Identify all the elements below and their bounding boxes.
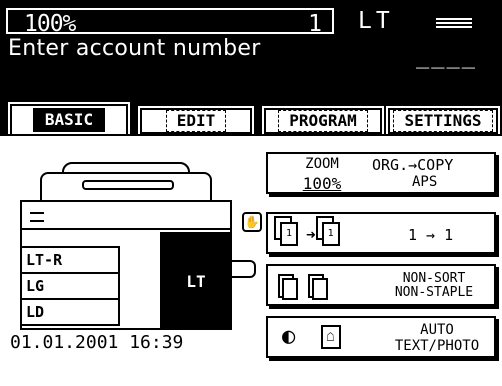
original-sheet-number: 1: [280, 222, 298, 246]
basic-panel: LT-R LG LD LT ✋ 01.01.2001 16:39 ZOOM 10…: [0, 134, 502, 386]
tray-lg[interactable]: LG: [20, 272, 120, 300]
image-mode-icons: ◐ ☖: [282, 324, 341, 349]
copy-count: 1: [308, 11, 322, 37]
image-mode-line1: AUTO: [420, 322, 454, 338]
zoom-button-value: 100%: [302, 174, 342, 193]
zoom-percent: 100%: [24, 11, 76, 37]
image-mode-label: AUTO TEXT/PHOTO: [384, 322, 490, 354]
sort-stack-icon: [278, 272, 336, 302]
tab-settings[interactable]: SETTINGS: [386, 106, 500, 136]
tray-lt-r[interactable]: LT-R: [20, 246, 120, 274]
status-message: Enter account number: [8, 36, 261, 61]
image-mode-button[interactable]: ◐ ☖ AUTO TEXT/PHOTO: [266, 316, 496, 358]
tab-edit-label: EDIT: [165, 110, 227, 132]
output-tray-shape: [232, 260, 256, 278]
tray-ld[interactable]: LD: [20, 298, 120, 326]
arrow-right-icon: ➜: [306, 224, 316, 244]
paper-tray-icon: [436, 18, 472, 32]
zoom-button[interactable]: ZOOM 100% ORG.→COPY APS: [266, 152, 496, 194]
copier-illustration: LT-R LG LD LT ✋: [20, 150, 262, 350]
tab-edit[interactable]: EDIT: [138, 106, 254, 136]
control-strip-shape: [20, 200, 232, 230]
tab-basic[interactable]: BASIC: [8, 102, 130, 138]
copy-sheet-icon: 1: [315, 216, 344, 248]
zoom-button-label: ZOOM: [305, 156, 339, 172]
logo-mark-icon: [30, 212, 44, 222]
tab-program-label: PROGRAM: [278, 110, 368, 132]
feeder-handle-shape: [82, 180, 174, 190]
status-box: 100% 1: [6, 8, 334, 37]
tab-settings-label: SETTINGS: [393, 110, 493, 132]
finishing-line1: NON-SORT: [402, 271, 466, 286]
tab-bar: BASIC EDIT PROGRAM SETTINGS: [0, 100, 502, 138]
org-copy-label: ORG.→COPY: [372, 156, 454, 174]
auto-density-icon: ◐: [282, 324, 296, 349]
image-mode-line2: TEXT/PHOTO: [394, 338, 480, 354]
text-photo-icon: ☖: [320, 325, 341, 349]
paper-size: LT: [358, 8, 394, 34]
duplex-button[interactable]: 1 ➜ 1 1 → 1: [266, 212, 496, 254]
aps-label: APS: [412, 174, 438, 190]
duplex-icons: 1 ➜ 1: [274, 216, 346, 248]
tray-lt-selected[interactable]: LT: [160, 232, 232, 330]
account-number-field[interactable]: ____: [416, 44, 477, 69]
finishing-button[interactable]: NON-SORT NON-STAPLE: [266, 264, 496, 306]
finishing-line2: NON-STAPLE: [394, 285, 474, 300]
status-area: 100% 1 LT Enter account number ____: [0, 0, 502, 92]
duplex-mode-label: 1 → 1: [408, 226, 454, 244]
date-time: 01.01.2001 16:39: [10, 332, 184, 353]
paper-tray-list: LT-R LG LD: [20, 246, 120, 326]
copier-screen: 100% 1 LT Enter account number ____ BASI…: [0, 0, 502, 386]
document-feeder-shape: [40, 172, 212, 200]
original-sheet-icon: 1: [274, 216, 302, 248]
finishing-label: NON-SORT NON-STAPLE: [380, 272, 488, 300]
copy-sheet-number: 1: [321, 222, 340, 246]
tab-basic-label: BASIC: [32, 108, 106, 132]
tab-program[interactable]: PROGRAM: [262, 106, 384, 136]
hand-icon: ✋: [242, 212, 262, 232]
